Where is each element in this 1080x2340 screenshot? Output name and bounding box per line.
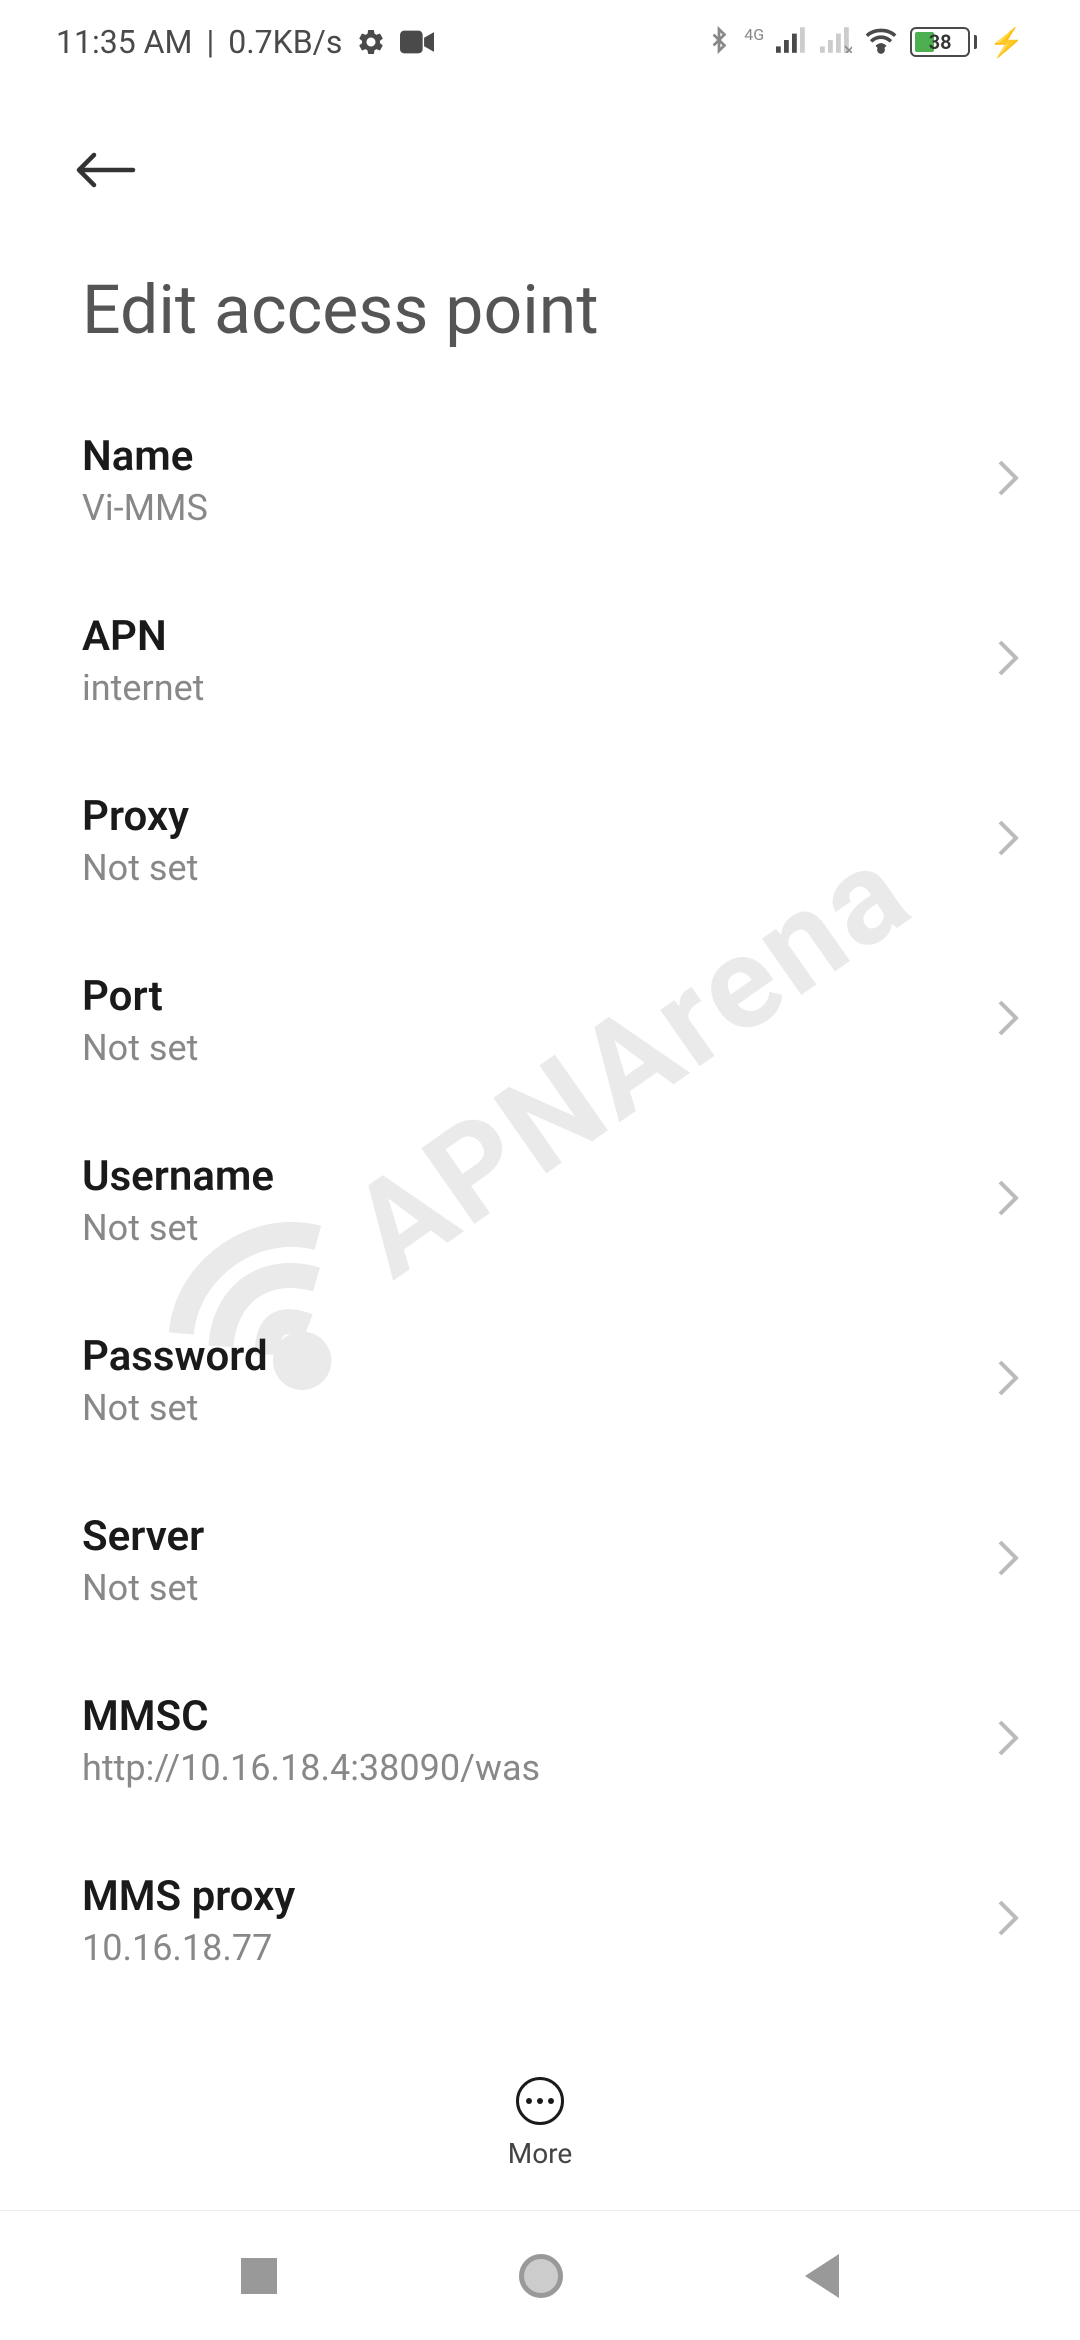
nav-back-button[interactable] [805, 2254, 839, 2298]
setting-value: 10.16.18.77 [82, 1927, 295, 1969]
setting-value: http://10.16.18.4:38090/was [82, 1747, 540, 1789]
chevron-right-icon [996, 1178, 1020, 1222]
nav-recent-button[interactable] [241, 2258, 277, 2294]
setting-label: Proxy [82, 792, 198, 841]
settings-list: Name Vi-MMS APN internet Proxy [0, 390, 1080, 2010]
battery-percent: 38 [929, 30, 952, 54]
gear-icon [356, 27, 386, 57]
charging-icon: ⚡ [989, 26, 1024, 59]
setting-value: Not set [82, 1567, 204, 1609]
chevron-right-icon [996, 1718, 1020, 1762]
status-bar: 11:35 AM | 0.7KB/s 4G ✕ 38 ⚡ [0, 0, 1080, 80]
setting-value: Not set [82, 1387, 268, 1429]
network-4g-label: 4G [744, 25, 764, 44]
more-label: More [508, 2137, 573, 2170]
more-icon [516, 2077, 564, 2125]
setting-proxy[interactable]: Proxy Not set [0, 750, 1080, 930]
status-left: 11:35 AM | 0.7KB/s [56, 23, 434, 61]
bluetooth-icon [706, 24, 732, 60]
setting-label: Port [82, 972, 198, 1021]
setting-label: Username [82, 1152, 274, 1201]
setting-value: Not set [82, 847, 198, 889]
chevron-right-icon [996, 998, 1020, 1042]
setting-label: MMS proxy [82, 1872, 295, 1921]
chevron-right-icon [996, 458, 1020, 502]
status-right: 4G ✕ 38 ⚡ [706, 24, 1024, 60]
setting-username[interactable]: Username Not set [0, 1110, 1080, 1290]
chevron-right-icon [996, 1538, 1020, 1582]
chevron-right-icon [996, 818, 1020, 862]
nav-home-button[interactable] [519, 2254, 563, 2298]
setting-label: Server [82, 1512, 204, 1561]
chevron-right-icon [996, 1358, 1020, 1402]
setting-label: MMSC [82, 1692, 540, 1741]
svg-text:✕: ✕ [843, 41, 853, 53]
setting-value: internet [82, 667, 204, 709]
setting-value: Vi-MMS [82, 487, 208, 529]
chevron-right-icon [996, 638, 1020, 682]
setting-label: APN [82, 612, 204, 661]
setting-mms-proxy[interactable]: MMS proxy 10.16.18.77 [0, 1830, 1080, 2010]
setting-password[interactable]: Password Not set [0, 1290, 1080, 1470]
camera-icon [400, 30, 434, 54]
back-button[interactable] [56, 120, 146, 210]
setting-mmsc[interactable]: MMSC http://10.16.18.4:38090/was [0, 1650, 1080, 1830]
setting-port[interactable]: Port Not set [0, 930, 1080, 1110]
status-data-rate: 0.7KB/s [228, 23, 342, 61]
signal-1-icon [776, 27, 808, 57]
battery-icon: 38 [910, 27, 977, 57]
signal-2-icon: ✕ [820, 27, 852, 57]
status-separator: | [206, 23, 214, 61]
header [0, 80, 1080, 210]
setting-server[interactable]: Server Not set [0, 1470, 1080, 1650]
setting-label: Password [82, 1332, 268, 1381]
page-title: Edit access point [0, 210, 1080, 390]
navigation-bar [0, 2210, 1080, 2340]
status-time: 11:35 AM [56, 23, 192, 61]
setting-value: Not set [82, 1027, 198, 1069]
setting-name[interactable]: Name Vi-MMS [0, 390, 1080, 570]
chevron-right-icon [996, 1898, 1020, 1942]
setting-label: Name [82, 432, 208, 481]
wifi-icon [864, 26, 898, 58]
setting-apn[interactable]: APN internet [0, 570, 1080, 750]
setting-value: Not set [82, 1207, 274, 1249]
more-button[interactable]: More [0, 2047, 1080, 2170]
